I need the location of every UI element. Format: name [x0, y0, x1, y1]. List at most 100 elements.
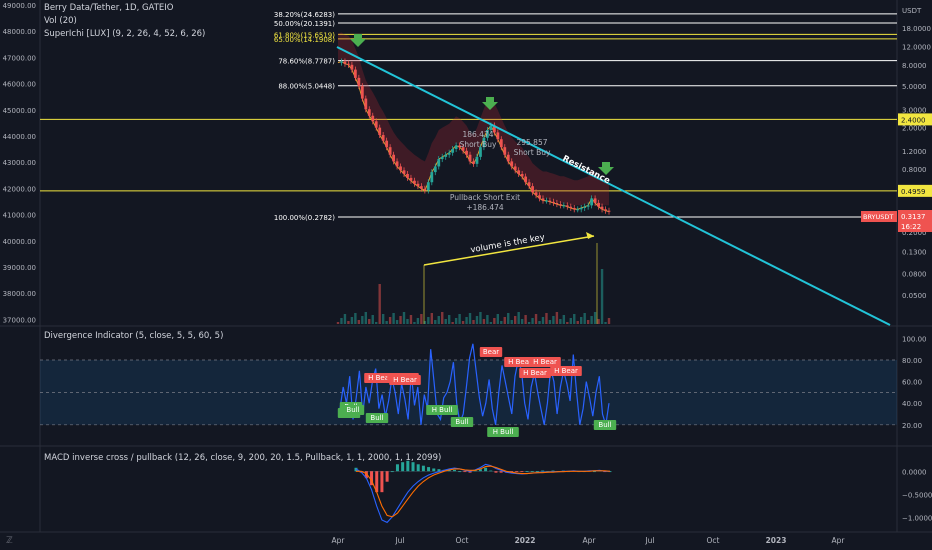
candle-body	[347, 63, 350, 65]
volume-bar	[413, 322, 416, 324]
volume-bar	[441, 312, 444, 324]
macd-histogram-bar	[489, 470, 493, 472]
volume-bar	[336, 322, 340, 324]
divergence-label-text: H Bear	[508, 358, 532, 366]
candle-body	[465, 150, 468, 155]
right-axis-tick: 0.0800	[902, 271, 927, 279]
candle-body	[562, 205, 566, 207]
candle-body	[506, 154, 510, 162]
macd-axis-tick: 0.0000	[902, 468, 927, 476]
candle-body	[548, 200, 552, 202]
volume-bar	[500, 321, 503, 324]
chart-stage[interactable]: 49000.00 48000.00 47000.00 46000.00 45000.00…	[0, 0, 932, 550]
candle-body	[430, 172, 434, 183]
candle-body	[388, 147, 392, 155]
macd-histogram-bar	[525, 471, 529, 473]
fib-level-label: 38.20%(24.6283)	[274, 11, 335, 19]
volume-bar	[496, 314, 500, 324]
candle-body	[541, 198, 545, 201]
volume-bar	[566, 322, 569, 324]
time-axis-tick: Apr	[332, 536, 346, 545]
macd-line	[355, 463, 610, 524]
divergence-label-text: H Bear	[393, 376, 417, 384]
left-axis-tick: 39000.00	[3, 264, 36, 272]
macd-histogram-bar	[541, 470, 545, 472]
left-axis-tick: 48000.00	[3, 28, 36, 36]
candle-body	[534, 192, 538, 196]
candle-body	[406, 173, 409, 178]
volume-bar	[604, 322, 607, 324]
volume-bar	[524, 315, 527, 324]
volume-bar	[479, 312, 482, 324]
candle-body	[475, 156, 479, 164]
candle-body	[565, 205, 569, 207]
divergence-label-text: H Bull	[432, 406, 453, 414]
candle-body	[423, 188, 427, 191]
macd-histogram-bar	[395, 464, 399, 472]
candle-body	[419, 186, 423, 189]
volume-bar	[381, 314, 385, 324]
candle-body	[538, 195, 541, 199]
volume-bar	[357, 320, 361, 324]
macd-histogram-bar	[401, 462, 405, 472]
time-axis-tick: Apr	[583, 536, 597, 545]
candle-body	[472, 161, 475, 164]
candle-body	[531, 186, 534, 193]
time-axis-tick: 2022	[515, 536, 536, 545]
volume-bar	[510, 320, 513, 324]
divergence-label-text: H Bear	[523, 369, 547, 377]
volume-bar	[465, 317, 468, 324]
right-axis-tick: 0.8000	[902, 166, 927, 174]
candle-body	[353, 69, 357, 78]
macd-histogram-bar	[380, 471, 384, 493]
candle-body	[590, 198, 594, 206]
candle-body	[520, 173, 524, 177]
candle-body	[340, 61, 343, 63]
last-price-text: 0.3137	[901, 213, 926, 221]
candle-body	[579, 207, 583, 210]
candle-body	[378, 127, 382, 136]
tradingview-logo-icon[interactable]: ℤ	[6, 536, 13, 546]
macd-histogram-bar	[463, 471, 467, 473]
volume-bar	[552, 316, 555, 324]
volume-bar	[472, 320, 475, 324]
pullback-exit-value: +186.474	[466, 203, 504, 212]
volume-bar	[420, 314, 423, 324]
volume-bar	[447, 315, 451, 324]
volume-bar	[590, 316, 593, 324]
candle-body	[426, 182, 430, 191]
volume-bar	[586, 320, 590, 324]
left-axis-tick: 41000.00	[3, 212, 36, 220]
macd-histogram-bar	[416, 464, 420, 472]
candle-body	[440, 156, 444, 160]
left-axis-tick: 40000.00	[3, 238, 36, 246]
candle-body	[527, 182, 531, 187]
volume-bar	[361, 316, 364, 324]
volume-bar	[406, 319, 409, 324]
volume-bar	[434, 320, 437, 324]
macd-histogram-bar	[515, 471, 519, 473]
price-label-text: 0.4959	[901, 188, 926, 196]
candle-body	[499, 139, 503, 148]
short-buy-value: 186.474	[462, 130, 493, 139]
volume-bar	[347, 321, 350, 324]
macd-histogram-bar	[390, 471, 394, 473]
left-axis-tick: 47000.00	[3, 54, 36, 62]
candle-body	[409, 177, 413, 181]
time-axis-tick: 2023	[766, 536, 787, 545]
candle-body	[416, 183, 420, 187]
time-axis-tick: Oct	[456, 536, 469, 545]
divergence-label-text: H Bull	[493, 428, 514, 436]
volume-bar	[507, 313, 510, 324]
candle-body	[503, 147, 507, 155]
right-axis-tick: 5.0000	[902, 83, 927, 91]
candle-body	[517, 170, 521, 174]
volume-bar	[531, 318, 534, 324]
macd-histogram-bar	[494, 471, 498, 473]
macd-histogram-bar	[411, 462, 415, 472]
trading-chart[interactable]: 49000.00 48000.00 47000.00 46000.00 45000.00…	[0, 0, 932, 550]
macd-axis-tick: −1.0000	[902, 515, 932, 523]
volume-bar	[607, 318, 611, 324]
volume-bar	[454, 318, 458, 324]
candle-body	[597, 202, 600, 207]
